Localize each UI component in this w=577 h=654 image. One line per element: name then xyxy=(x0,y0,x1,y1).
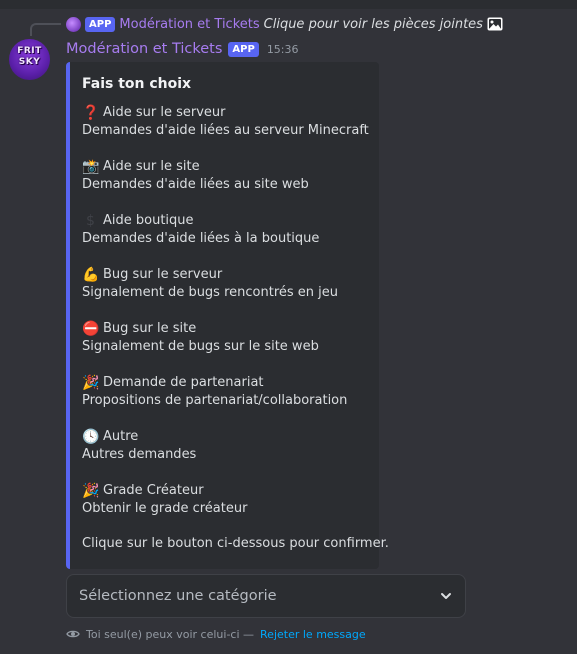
reply-app-badge: APP xyxy=(85,16,116,32)
choice-label: Grade Créateur xyxy=(103,483,204,498)
choice-description: Demandes d'aide liées au serveur Minecra… xyxy=(82,123,369,138)
dollar-icon: $ xyxy=(86,213,95,229)
embed: Fais ton choix ❓ Aide sur le serveur Deman… xyxy=(66,62,389,569)
choice-item: 🕓 Autre Autres demandes xyxy=(82,428,367,464)
choice-item: ⛔ Bug sur le site Signalement de bugs sur … xyxy=(82,320,367,356)
chevron-down-icon xyxy=(441,593,451,599)
choice-item: ❓ Aide sur le serveur Demandes d'aide liée… xyxy=(82,104,369,140)
choice-label: Aide sur le serveur xyxy=(103,105,226,120)
choice-label: Aide boutique xyxy=(103,213,194,228)
choice-item: 💪 Bug sur le serveur Signalement de bugs r… xyxy=(82,266,367,302)
avatar-text-line-1: FRIT xyxy=(17,46,42,56)
embed-footer: Clique sur le bouton ci-dessous pour con… xyxy=(82,536,389,551)
choice-description: Obtenir le grade créateur xyxy=(82,501,248,516)
eye-icon xyxy=(66,630,80,638)
avatar[interactable]: FRIT SKY xyxy=(9,39,50,80)
choice-description: Demandes d'aide liées au site web xyxy=(82,177,309,192)
avatar-text-line-2: SKY xyxy=(18,57,41,67)
choice-label: Aide sur le site xyxy=(103,159,200,174)
reply-author[interactable]: Modération et Tickets xyxy=(119,17,259,32)
choice-heading: ⛔ Bug sur le site xyxy=(82,320,367,338)
reply-content[interactable]: Clique pour voir les pièces jointes xyxy=(264,17,483,32)
choice-item: 🎉 Grade Créateur Obtenir le grade créateur xyxy=(82,482,367,518)
stop-sign-icon: ⛔ xyxy=(82,321,100,337)
clock-icon: 🕓 xyxy=(82,429,100,445)
choice-label: Bug sur le serveur xyxy=(103,267,223,282)
choice-label: Bug sur le site xyxy=(103,321,197,336)
choice-heading: 🎉 Demande de partenariat xyxy=(82,374,367,392)
category-select[interactable]: Sélectionnez une catégorie xyxy=(66,574,466,618)
image-icon xyxy=(487,17,503,31)
flexed-biceps-icon: 💪 xyxy=(82,267,100,283)
party-popper-icon: 🎉 xyxy=(82,483,100,499)
dismiss-message-link[interactable]: Rejeter le message xyxy=(260,628,366,641)
choice-heading: 🎉 Grade Créateur xyxy=(82,482,367,500)
ephemeral-notice: Toi seul(e) peux voir celui-ci — Rejeter… xyxy=(66,626,366,642)
camera-icon: 📸 xyxy=(82,159,100,175)
choice-description: Propositions de partenariat/collaboratio… xyxy=(82,393,348,408)
choice-label: Autre xyxy=(103,429,139,444)
choice-item: 📸 Aide sur le site Demandes d'aide liées a… xyxy=(82,158,367,194)
choice-heading: 🕓 Autre xyxy=(82,428,367,446)
embed-title: Fais ton choix xyxy=(82,76,192,92)
reply-reference[interactable]: APP Modération et Tickets Clique pour vo… xyxy=(66,15,503,33)
choice-description: Signalement de bugs sur le site web xyxy=(82,339,319,354)
ephemeral-text: Toi seul(e) peux voir celui-ci — xyxy=(86,627,255,641)
choice-item: $ Aide boutique Demandes d'aide liées à la… xyxy=(82,212,367,248)
choice-description: Autres demandes xyxy=(82,447,197,462)
choice-list: ❓ Aide sur le serveur Demandes d'aide liée… xyxy=(82,104,369,518)
message-header: Modération et Tickets APP 15:36 xyxy=(66,40,299,58)
select-placeholder: Sélectionnez une catégorie xyxy=(79,588,277,604)
reply-avatar[interactable] xyxy=(66,16,81,32)
choice-heading: 📸 Aide sur le site xyxy=(82,158,367,176)
timestamp[interactable]: 15:36 xyxy=(267,43,299,56)
question-icon: ❓ xyxy=(82,105,100,121)
choice-heading: 💪 Bug sur le serveur xyxy=(82,266,367,284)
reply-spine xyxy=(30,23,61,36)
app-badge: APP xyxy=(228,41,259,57)
choice-item: 🎉 Demande de partenariat Propositions de p… xyxy=(82,374,367,410)
choice-heading: ❓ Aide sur le serveur xyxy=(82,104,367,122)
author-name[interactable]: Modération et Tickets xyxy=(66,41,222,57)
choice-description: Demandes d'aide liées à la boutique xyxy=(82,231,320,246)
choice-label: Demande de partenariat xyxy=(103,375,264,390)
choice-description: Signalement de bugs rencontrés en jeu xyxy=(82,285,339,300)
party-popper-icon: 🎉 xyxy=(82,375,100,391)
top-bar xyxy=(0,0,577,9)
choice-heading: $ Aide boutique xyxy=(82,212,367,230)
